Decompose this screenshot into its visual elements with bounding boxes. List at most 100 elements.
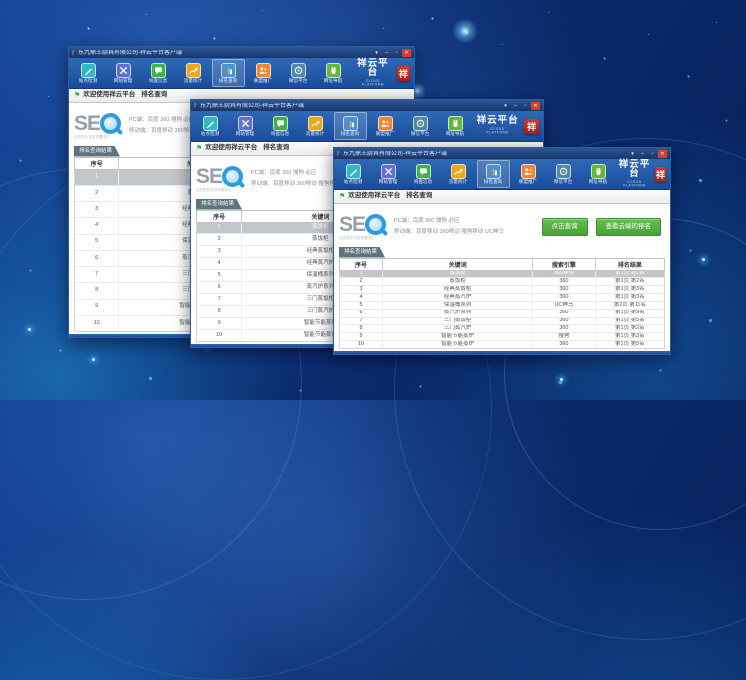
table-row[interactable]: 10智能节能蒸炉360第1页 第5名 [340,341,664,348]
cell-index: 8 [75,283,119,298]
cell-keyword: 智能节能蒸炉 [383,341,533,348]
minimize-button[interactable]: – [511,102,520,110]
toolbar-item-ranking[interactable]: 排名查询 [334,112,367,140]
cell-rank: 第1页 第5名 [596,341,664,348]
toolbar-item-alliance[interactable]: 联盟推广 [369,112,402,140]
toolbar-item-label: 联盟推广 [254,79,272,84]
toolbar-item-site-check[interactable]: 站点检测 [72,59,105,87]
minimize-button[interactable]: – [638,150,647,158]
glow-cluster [452,18,478,44]
line-chart-icon [186,63,201,78]
people-icon [378,116,393,131]
cell-rank: 第1页 第3名 [596,286,664,293]
toolbar-item-inquiry[interactable]: 询盘信息 [264,112,297,140]
cell-index: 5 [340,302,383,309]
table-row[interactable]: 1蒸饭柜360移动第1页 第1名 [340,271,664,279]
cell-index: 1 [340,271,383,278]
line-chart-icon [308,116,323,131]
toolbar-item-alliance[interactable]: 联盟推广 [512,160,545,188]
cell-index: 1 [197,223,242,234]
title-bar[interactable]: 广东九鼎王厨具有限公司-祥云平台客户端 ▾–▫✕ [69,47,414,58]
maximize-button[interactable]: ▫ [648,150,657,158]
toolbar-item-wechat[interactable]: 微信平台 [282,59,315,87]
brand-logo: 祥云平台 CLOUD PLATFORM 祥 [474,112,540,140]
skin-button[interactable]: ▾ [372,49,381,57]
skin-button[interactable]: ▾ [628,150,637,158]
toolbar-item-traffic[interactable]: 流量统计 [299,112,332,140]
toolbar-item-nav[interactable]: 网址导航 [582,160,615,188]
toolbar-item-traffic[interactable]: 流量统计 [177,59,210,87]
breadcrumb-welcome: 欢迎使用祥云平台 [205,145,257,152]
title-bar[interactable]: 广东九鼎王厨具有限公司-祥云平台客户端 ▾–▫✕ [191,100,543,111]
toolbar-item-site-manage[interactable]: 网站管理 [229,112,262,140]
maximize-button[interactable]: ▫ [521,102,530,110]
query-button[interactable]: 点击查询 [542,218,588,237]
table-row[interactable]: 7三门蒸饭柜360第1页 第5名 [340,318,664,326]
toolbar-item-site-manage[interactable]: 网站管理 [372,160,405,188]
brand-subtitle: CLOUD PLATFORM [479,128,517,134]
toolbar-item-label: 微信平台 [289,79,307,84]
toolbar-item-wechat[interactable]: 微信平台 [404,112,437,140]
toolbar-item-wechat[interactable]: 微信平台 [547,160,580,188]
toolbar-item-traffic[interactable]: 流量统计 [442,160,475,188]
table-row[interactable]: 4经典蒸汽炉360第1页 第3名 [340,294,664,302]
line-chart-icon [451,164,466,179]
view-cloud-rank-button[interactable]: 查看云端的排名 [596,218,662,237]
brand-name: 祥云平台 [474,117,521,127]
cell-index: 3 [197,246,242,257]
close-button[interactable]: ✕ [402,49,411,57]
starfield [0,0,1,1]
close-button[interactable]: ✕ [658,150,667,158]
tab-ranking-results[interactable]: 排名查询结果 [339,247,385,258]
toolbar-item-inquiry[interactable]: 询盘信息 [142,59,175,87]
toolbar-item-ranking[interactable]: 排名查询 [477,160,510,188]
toolbar-item-site-manage[interactable]: 网站管理 [107,59,140,87]
table-row[interactable]: 3经典蒸饭柜360第1页 第3名 [340,286,664,294]
mouse-icon [591,164,606,179]
column-header-0: 序号 [197,211,242,222]
table-header: 序号关键词搜索引擎排名结果 [339,258,665,271]
column-header-3: 排名结果 [596,259,664,270]
toolbar-item-site-check[interactable]: 站点检测 [194,112,227,140]
title-bar[interactable]: 广东九鼎王厨具有限公司-祥云平台客户端 ▾–▫✕ [334,148,670,159]
toolbar-item-nav[interactable]: 网址导航 [439,112,472,140]
cell-rank: 第1页 第3名 [596,294,664,301]
app-window-front[interactable]: 广东九鼎王厨具有限公司-祥云平台客户端 ▾–▫✕ 站点检测网站管理询盘信息流量统… [333,147,671,355]
chat-icon [416,164,431,179]
flag-icon: ⚑ [74,92,80,99]
skin-button[interactable]: ▾ [501,102,510,110]
cell-engine: 360 [533,310,596,317]
toolbar-item-alliance[interactable]: 联盟推广 [247,59,280,87]
magnifier-icon [222,166,243,187]
main-toolbar: 站点检测网站管理询盘信息流量统计排名查询联盟推广微信平台网址导航 祥云平台 CL… [69,58,414,89]
table-row[interactable]: 5保温桶系列UC神马第2页 第11名 [340,302,664,310]
cell-index: 7 [75,267,119,282]
brand-seal-icon: 祥 [655,167,666,182]
toolbar-item-inquiry[interactable]: 询盘信息 [407,160,440,188]
cell-engine: 360 [533,278,596,285]
toolbar-item-nav[interactable]: 网址导航 [317,59,350,87]
close-button[interactable]: ✕ [531,102,540,110]
cell-rank: 第2页 第11名 [596,302,664,309]
toolbar-item-site-check[interactable]: 站点检测 [337,160,370,188]
cell-index: 10 [75,316,119,331]
cell-engine: 360 [533,294,596,301]
window-controls: ▾–▫✕ [500,102,540,110]
tab-ranking-results[interactable]: 排名查询结果 [74,146,120,157]
glow-node [702,258,705,261]
table-row[interactable]: 6蒸汽炉系列360第1页 第9名 [340,310,664,318]
minimize-button[interactable]: – [382,49,391,57]
seo-tagline: 点击查询 实时掌握排名 [196,188,236,191]
cell-index: 10 [197,330,242,341]
toolbar-item-label: 站点检测 [201,132,219,137]
maximize-button[interactable]: ▫ [392,49,401,57]
engine-coverage: PC端：百度 360 搜狗 必应 移动端：百度移动 360移动 搜狗移动 UC神… [394,216,504,238]
cell-engine: 360 [533,286,596,293]
toolbar-item-ranking[interactable]: 排名查询 [212,59,245,87]
tab-ranking-results[interactable]: 排名查询结果 [196,199,242,210]
table-row[interactable]: 2蒸饭柜360第1页 第2名 [340,278,664,286]
table-row[interactable]: 8三门蒸汽炉360第1页 第2名 [340,325,664,333]
table-row[interactable]: 9智能节能蒸炉搜狗第1页 第3名 [340,333,664,341]
window-controls: ▾–▫✕ [371,49,411,57]
cell-engine: 360移动 [533,271,596,278]
